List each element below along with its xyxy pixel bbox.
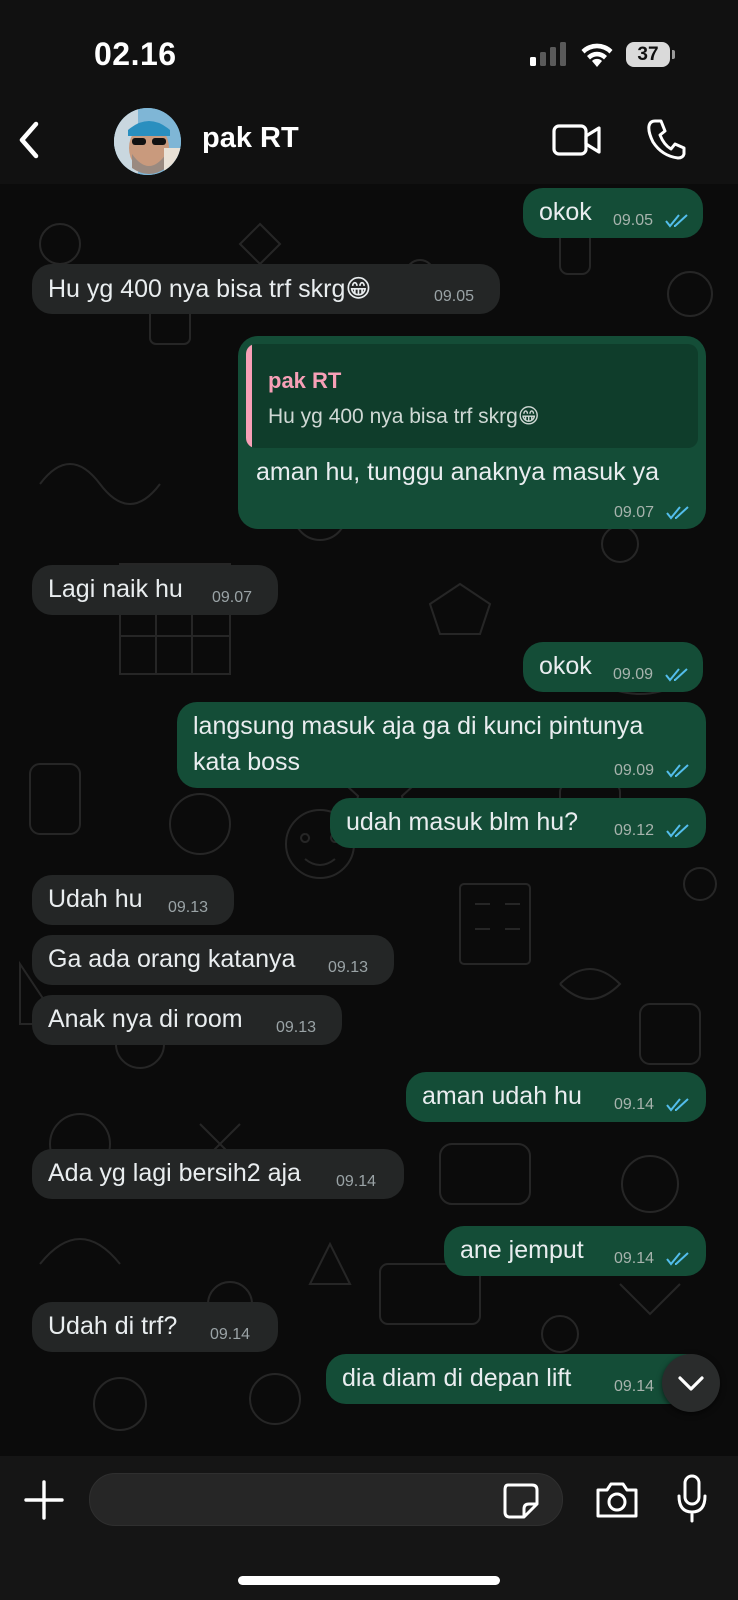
- read-receipt-icon: [666, 764, 689, 778]
- message-time: 09.14: [614, 1378, 655, 1395]
- status-bar: 02.16 37: [0, 0, 738, 100]
- message-text: Ada yg lagi bersih2 aja: [48, 1159, 301, 1187]
- read-receipt-icon: [665, 214, 688, 228]
- message-bubble-outgoing[interactable]: ane jemput 09.14: [444, 1226, 706, 1276]
- message-input[interactable]: [89, 1473, 563, 1526]
- message-text: aman udah hu: [422, 1082, 582, 1110]
- message-bubble-outgoing-reply[interactable]: pak RT Hu yg 400 nya bisa trf skrg😁 aman…: [238, 336, 706, 529]
- message-time: 09.14: [614, 1096, 655, 1113]
- message-text: Udah hu: [48, 885, 143, 913]
- message-time: 09.07: [614, 504, 655, 521]
- message-bubble-incoming[interactable]: Udah hu 09.13: [32, 875, 234, 925]
- message-text: Ga ada orang katanya: [48, 945, 296, 973]
- message-time: 09.05: [613, 212, 654, 229]
- home-indicator: [238, 1576, 500, 1585]
- back-chevron-icon[interactable]: [14, 118, 44, 162]
- avatar[interactable]: [114, 108, 181, 175]
- read-receipt-icon: [666, 1098, 689, 1112]
- message-text-line-1: langsung masuk aja ga di kunci pintunya: [193, 712, 644, 740]
- chevron-down-icon: [678, 1376, 704, 1391]
- video-call-icon[interactable]: [552, 122, 602, 158]
- battery-indicator: 37: [626, 42, 675, 68]
- sticker-icon[interactable]: [502, 1482, 540, 1520]
- message-text: udah masuk blm hu?: [346, 808, 579, 836]
- message-bubble-incoming[interactable]: Ga ada orang katanya 09.13: [32, 935, 394, 985]
- message-bubble-outgoing[interactable]: okok 09.09: [523, 642, 703, 692]
- message-text: dia diam di depan lift: [342, 1364, 572, 1392]
- message-time: 09.12: [614, 822, 655, 839]
- phone-icon[interactable]: [646, 118, 686, 160]
- quoted-text: Hu yg 400 nya bisa trf skrg😁: [268, 405, 540, 428]
- read-receipt-icon: [666, 824, 689, 838]
- message-text: ane jemput: [460, 1236, 584, 1264]
- message-text: Lagi naik hu: [48, 575, 183, 603]
- message-time: 09.14: [336, 1173, 377, 1190]
- scroll-to-bottom-button[interactable]: [662, 1354, 720, 1412]
- message-time: 09.09: [614, 762, 655, 779]
- message-text: aman hu, tunggu anaknya masuk ya: [256, 458, 660, 486]
- status-time: 02.16: [94, 36, 177, 72]
- message-bubble-outgoing[interactable]: dia diam di depan lift 09.14: [326, 1354, 706, 1404]
- message-time: 09.13: [328, 959, 369, 976]
- camera-icon[interactable]: [594, 1480, 640, 1520]
- message-time: 09.14: [210, 1326, 251, 1343]
- read-receipt-icon: [666, 506, 689, 520]
- microphone-icon[interactable]: [676, 1474, 708, 1524]
- plus-icon[interactable]: [24, 1480, 64, 1520]
- message-text: okok: [539, 652, 592, 680]
- message-bubble-outgoing[interactable]: okok 09.05: [523, 188, 703, 238]
- message-text: Hu yg 400 nya bisa trf skrg😁: [48, 275, 372, 303]
- message-text: Anak nya di room: [48, 1005, 243, 1033]
- message-time: 09.13: [168, 899, 209, 916]
- message-bubble-incoming[interactable]: Anak nya di room 09.13: [32, 995, 342, 1045]
- message-bubble-incoming[interactable]: Udah di trf? 09.14: [32, 1302, 278, 1352]
- message-text-line-2: kata boss: [193, 748, 301, 776]
- battery-level: 37: [637, 44, 659, 65]
- message-bubble-incoming[interactable]: Lagi naik hu 09.07: [32, 565, 278, 615]
- message-bubble-outgoing[interactable]: langsung masuk aja ga di kunci pintunya …: [177, 702, 706, 788]
- cellular-signal-icon: [530, 42, 566, 66]
- message-text: okok: [539, 198, 592, 226]
- quote-accent-bar: [246, 344, 252, 448]
- message-time: 09.09: [613, 666, 654, 683]
- message-time: 09.13: [276, 1019, 317, 1036]
- message-time: 09.14: [614, 1250, 655, 1267]
- quoted-message[interactable]: pak RT Hu yg 400 nya bisa trf skrg😁: [246, 344, 698, 448]
- message-input-bar: [0, 1456, 738, 1600]
- message-time: 09.05: [434, 288, 475, 305]
- read-receipt-icon: [666, 1252, 689, 1266]
- message-bubble-incoming[interactable]: Hu yg 400 nya bisa trf skrg😁 09.05: [32, 264, 500, 314]
- contact-name[interactable]: pak RT: [202, 122, 299, 155]
- wifi-icon: [581, 43, 613, 67]
- read-receipt-icon: [665, 668, 688, 682]
- message-bubble-outgoing[interactable]: udah masuk blm hu? 09.12: [330, 798, 706, 848]
- message-bubble-incoming[interactable]: Ada yg lagi bersih2 aja 09.14: [32, 1149, 404, 1199]
- message-time: 09.07: [212, 589, 253, 606]
- message-bubble-outgoing[interactable]: aman udah hu 09.14: [406, 1072, 706, 1122]
- chat-header: pak RT: [0, 100, 738, 184]
- quoted-sender: pak RT: [268, 368, 342, 393]
- chat-messages[interactable]: okok 09.05 Hu yg 400 nya bisa trf skrg😁 …: [0, 184, 738, 1456]
- message-text: Udah di trf?: [48, 1312, 178, 1340]
